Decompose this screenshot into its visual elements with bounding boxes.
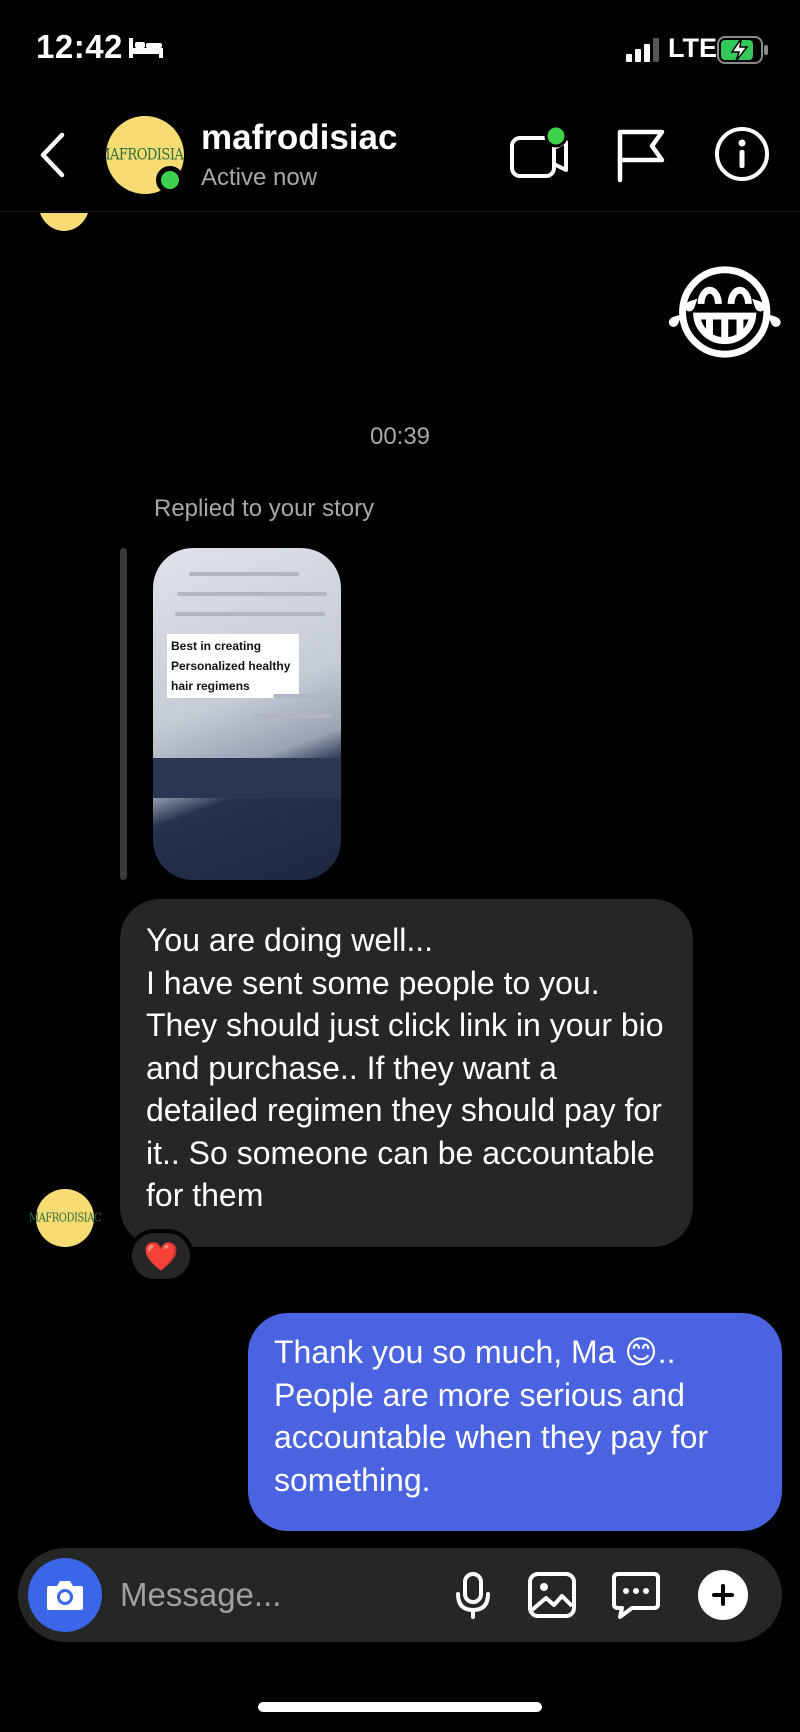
story-thumbnail[interactable]: Best in creating Personalized healthy ha…	[153, 548, 341, 880]
signal-icon	[626, 38, 659, 62]
avatar-logo-text: MAFRODISIAC	[28, 1211, 102, 1225]
chat-header: MAFRODISIAC mafrodisiac Active now	[0, 100, 800, 212]
status-bar: 12:42 LTE	[0, 0, 800, 100]
story-reply-label: Replied to your story	[154, 495, 375, 522]
story-caption: Best in creating Personalized healthy ha…	[167, 634, 299, 698]
incoming-message[interactable]: You are doing well... I have sent some p…	[120, 899, 693, 1247]
plus-button[interactable]	[698, 1570, 748, 1620]
sender-avatar	[38, 213, 90, 231]
sticker-icon[interactable]	[610, 1570, 662, 1620]
message-timestamp: 00:39	[369, 423, 431, 450]
message-input[interactable]	[120, 1570, 440, 1620]
camera-button[interactable]	[28, 1558, 102, 1632]
sender-avatar[interactable]: MAFRODISIAC	[29, 1189, 102, 1247]
video-call-icon[interactable]	[508, 124, 570, 184]
battery-charging-icon	[717, 36, 768, 64]
info-icon[interactable]	[712, 124, 772, 184]
bed-icon	[129, 38, 163, 58]
back-button[interactable]	[30, 122, 74, 188]
microphone-icon[interactable]	[448, 1570, 498, 1620]
active-status: Active now	[201, 164, 318, 191]
outgoing-message[interactable]: Thank you so much, Ma 😊.. People are mor…	[248, 1313, 782, 1531]
back-icon	[40, 132, 65, 178]
gallery-icon[interactable]	[526, 1570, 578, 1620]
message-thread[interactable]: 😂 00:39 Replied to your story Best in cr…	[0, 213, 800, 1543]
network-label: LTE	[668, 33, 717, 63]
reply-indicator-bar	[120, 548, 127, 880]
emoji-message[interactable]: 😂	[664, 263, 786, 367]
online-indicator	[156, 166, 184, 194]
heart-reaction[interactable]: ❤️	[128, 1229, 194, 1283]
home-indicator[interactable]	[258, 1702, 542, 1712]
outgoing-message-text: Thank you so much, Ma 😊.. People are mor…	[274, 1334, 709, 1498]
camera-icon	[47, 1581, 83, 1610]
story-dark-bar	[153, 758, 341, 798]
flag-icon[interactable]	[612, 124, 670, 184]
plus-icon	[712, 1584, 734, 1606]
incoming-message-text: You are doing well... I have sent some p…	[146, 922, 664, 1213]
contact-name[interactable]: mafrodisiac	[201, 118, 397, 158]
avatar-logo-text: MAFRODISIAC	[106, 146, 184, 164]
message-composer	[18, 1548, 782, 1642]
status-time: 12:42	[36, 28, 123, 65]
